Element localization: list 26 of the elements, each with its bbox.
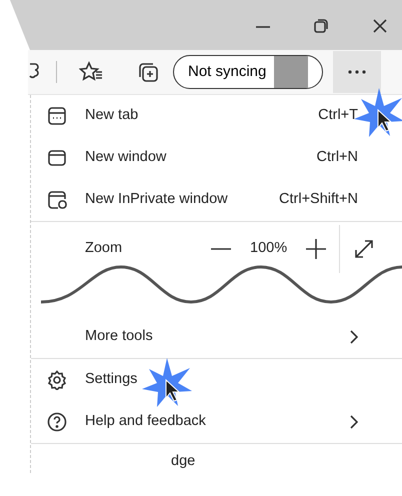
- collections-icon[interactable]: [137, 61, 159, 83]
- menu-item[interactable]: New InPrivate window Ctrl+Shift+N: [31, 179, 402, 221]
- zoom-level: 100%: [250, 239, 288, 258]
- zoom-label: Zoom: [85, 239, 124, 258]
- favorites-icon[interactable]: [79, 61, 103, 83]
- close-icon[interactable]: [372, 18, 388, 34]
- inprivate-window-icon: [47, 190, 67, 210]
- restore-icon[interactable]: [313, 18, 329, 34]
- menu-item[interactable]: Settings: [31, 359, 402, 401]
- settings-icon: [47, 370, 67, 390]
- menu-item[interactable]: New tab Ctrl+T: [31, 95, 402, 137]
- more-icon: [347, 70, 367, 74]
- window-icon: [47, 148, 67, 168]
- menu-item[interactable]: New window Ctrl+N: [31, 137, 402, 179]
- new-tab-icon: [47, 106, 67, 126]
- fullscreen-icon[interactable]: [354, 239, 374, 259]
- help-icon: [47, 412, 67, 432]
- zoom-in-icon[interactable]: [305, 238, 328, 260]
- chevron-right-icon: [350, 330, 358, 344]
- click-cursor-icon: [142, 358, 192, 408]
- menu-item-label: dge: [171, 452, 196, 472]
- chevron-right-icon: [350, 415, 358, 429]
- menu-item[interactable]: More tools: [31, 316, 402, 358]
- menu-item[interactable]: Help and feedback: [31, 401, 402, 443]
- profile-button[interactable]: Not syncing: [173, 55, 323, 89]
- avatar-placeholder: [274, 56, 308, 88]
